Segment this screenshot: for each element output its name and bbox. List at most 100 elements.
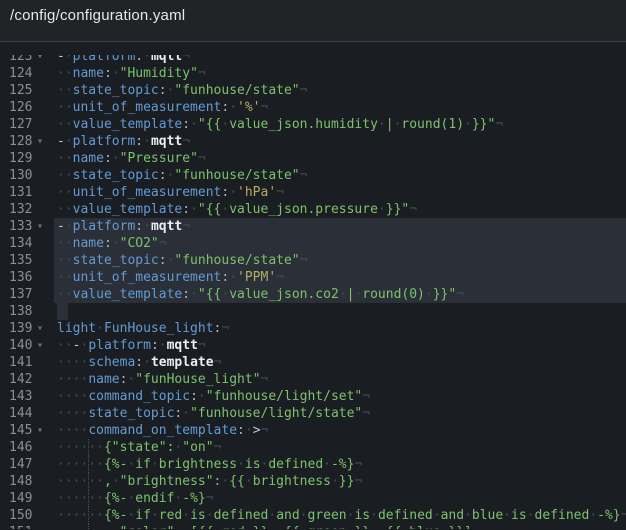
code-text[interactable]: ······,·"brightness":·{{·brightness·}}¬ [54, 473, 626, 490]
whitespace-dots: ···· [57, 406, 88, 421]
code-line: 125··state_topic:·"funhouse/state"¬ [0, 82, 626, 99]
code-text[interactable]: light·FunHouse_light:¬ [54, 320, 626, 337]
whitespace-dots: · [339, 287, 347, 302]
code-token: defined [378, 508, 433, 523]
code-token: unit_of_measurement [73, 100, 222, 115]
fold-arrow-icon[interactable]: ▾ [37, 133, 49, 150]
fold-arrow-icon[interactable]: ▾ [37, 337, 49, 354]
code-text[interactable]: ··value_template:·"{{·value_json.co2·|·r… [54, 286, 626, 303]
line-number: 140 [9, 337, 34, 354]
line-gutter: 140▾ [0, 337, 54, 354]
code-token: : [104, 66, 112, 81]
code-token: command_on_template [88, 423, 237, 438]
whitespace-dots: ···· [57, 440, 88, 455]
whitespace-dots: ·· [57, 287, 73, 302]
code-token: round(0) [362, 287, 425, 302]
code-token: "funhouse/state" [174, 253, 299, 268]
line-number: 147 [9, 456, 34, 473]
code-text[interactable]: ··-·platform:·mqtt¬ [54, 337, 626, 354]
code-token: "{{ [198, 117, 221, 132]
code-token: is [354, 508, 370, 523]
newline-glyph: ¬ [621, 508, 626, 523]
code-token: "funhouse/state" [174, 83, 299, 98]
whitespace-dots: · [378, 117, 386, 132]
code-text[interactable]: ··state_topic:·"funhouse/state"¬ [54, 82, 626, 99]
whitespace-dots: · [143, 219, 151, 234]
code-line: 146······{"state":·"on"¬ [0, 439, 626, 456]
code-token: and [276, 508, 299, 523]
code-text[interactable]: -·platform:·mqtt¬ [54, 133, 626, 150]
code-token: state_topic [73, 168, 159, 183]
code-token: name [73, 66, 104, 81]
code-text[interactable]: ··unit_of_measurement:·'%'¬ [54, 99, 626, 116]
fold-arrow-icon[interactable]: ▾ [37, 422, 49, 439]
code-text[interactable] [54, 303, 626, 320]
code-token: [{{ [190, 525, 213, 529]
whitespace-dots: · [229, 100, 237, 115]
code-text[interactable]: ··name:·"Pressure"¬ [54, 150, 626, 167]
code-token: }}" [433, 287, 456, 302]
line-number: 148 [9, 473, 34, 490]
fold-arrow-icon[interactable]: ▾ [37, 218, 49, 235]
code-text[interactable]: ····state_topic:·"funhouse/light/state"¬ [54, 405, 626, 422]
code-text[interactable]: ··state_topic:·"funhouse/state"¬ [54, 167, 626, 184]
code-text[interactable]: ··unit_of_measurement:·'PPM'¬ [54, 269, 626, 286]
code-text[interactable]: ··unit_of_measurement:·'hPa'¬ [54, 184, 626, 201]
whitespace-dots: · [245, 423, 253, 438]
whitespace-dots: ·· [57, 100, 73, 115]
code-text[interactable]: ····command_topic:·"funhouse/light/set"¬ [54, 388, 626, 405]
code-token: defined [535, 508, 590, 523]
code-token: : [104, 236, 112, 251]
code-text[interactable]: ······{"state":·"on"¬ [54, 439, 626, 456]
whitespace-dots: · [527, 508, 535, 523]
code-text[interactable]: ····name:·"funHouse_light"¬ [54, 371, 626, 388]
code-line: 128▾-·platform:·mqtt¬ [0, 133, 626, 150]
code-text[interactable]: -·platform:·mqtt¬ [54, 48, 626, 65]
code-text[interactable]: ····schema:·template¬ [54, 354, 626, 371]
code-text[interactable]: -·platform:·mqtt¬ [54, 218, 626, 235]
code-line: 126··unit_of_measurement:·'%'¬ [0, 99, 626, 116]
code-line: 145▾····command_on_template:·>¬ [0, 422, 626, 439]
fold-arrow-icon[interactable]: ▾ [37, 320, 49, 337]
whitespace-dots: ···· [57, 508, 88, 523]
code-text[interactable]: ··value_template:·"{{·value_json.pressur… [54, 201, 626, 218]
code-line: 134··name:·"CO2"¬ [0, 235, 626, 252]
code-text[interactable]: ······{%-·if·red·is·defined·and·green·is… [54, 507, 626, 524]
line-number: 127 [9, 116, 34, 133]
newline-glyph: ¬ [362, 406, 370, 421]
code-editor[interactable]: 123▾-·platform:·mqtt¬124··name:·"Humidit… [0, 42, 626, 529]
whitespace-dots: · [464, 508, 472, 523]
code-text[interactable]: ··value_template:·"{{·value_json.humidit… [54, 116, 626, 133]
code-text[interactable]: ······,·"color":·[{{·red·}},·{{·green·}}… [54, 524, 626, 529]
code-text[interactable]: ··name:·"CO2"¬ [54, 235, 626, 252]
whitespace-dots: · [65, 49, 73, 64]
whitespace-dots: · [245, 474, 253, 489]
code-line: 138 [0, 303, 626, 320]
code-text[interactable]: ······{%-·if·brightness·is·defined·-%}¬ [54, 456, 626, 473]
code-text[interactable]: ······{%-·endif·-%}¬ [54, 490, 626, 507]
line-number: 141 [9, 354, 34, 371]
code-line: 149······{%-·endif·-%}¬ [0, 490, 626, 507]
newline-glyph: ¬ [206, 491, 214, 506]
code-text[interactable]: ··name:·"Humidity"¬ [54, 65, 626, 82]
code-lines: 123▾-·platform:·mqtt¬124··name:·"Humidit… [0, 48, 626, 529]
whitespace-dots: ·· [88, 457, 104, 472]
whitespace-dots: · [182, 406, 190, 421]
line-gutter: 149 [0, 490, 54, 507]
whitespace-dots: ·· [57, 151, 73, 166]
whitespace-dots: ·· [57, 253, 73, 268]
whitespace-dots: ···· [57, 423, 88, 438]
code-token: brightness [159, 457, 237, 472]
code-text[interactable]: ··state_topic:·"funhouse/state"¬ [54, 252, 626, 269]
line-number: 123 [9, 48, 34, 65]
code-line: 137··value_template:·"{{·value_json.co2·… [0, 286, 626, 303]
code-token: : [135, 355, 143, 370]
code-line: 136··unit_of_measurement:·'PPM'¬ [0, 269, 626, 286]
whitespace-dots: · [300, 508, 308, 523]
fold-arrow-icon[interactable]: ▾ [37, 48, 49, 65]
whitespace-dots: ···· [57, 372, 88, 387]
code-token: : [190, 389, 198, 404]
code-text[interactable]: ····command_on_template:·>¬ [54, 422, 626, 439]
code-line: 130··state_topic:·"funhouse/state"¬ [0, 167, 626, 184]
line-gutter: 130 [0, 167, 54, 184]
